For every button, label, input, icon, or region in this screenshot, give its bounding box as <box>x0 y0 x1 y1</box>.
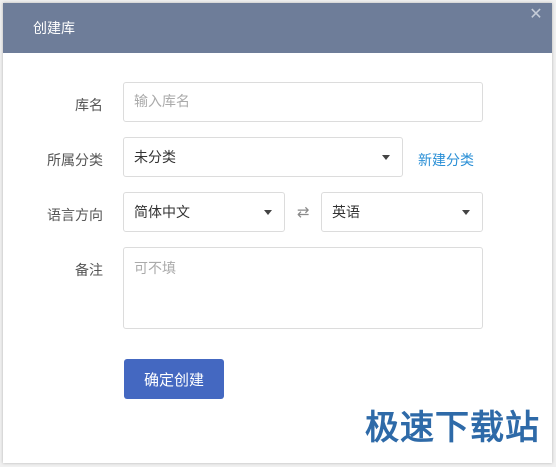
chevron-down-icon <box>382 154 390 160</box>
chevron-down-icon <box>462 209 470 215</box>
note-label: 备注 <box>75 263 103 279</box>
target-language-value: 英语 <box>332 205 360 221</box>
target-language-select[interactable]: 英语 <box>321 192 483 232</box>
chevron-down-icon <box>264 209 272 215</box>
category-label: 所属分类 <box>47 153 103 169</box>
swap-icon[interactable]: ⇄ <box>297 203 310 221</box>
dialog-title: 创建库 <box>33 21 75 37</box>
library-name-label: 库名 <box>75 98 103 114</box>
source-language-select[interactable]: 简体中文 <box>123 192 285 232</box>
note-textarea[interactable] <box>123 247 483 329</box>
watermark-logo: 极速下载站 <box>365 408 540 448</box>
create-library-dialog: 创建库 ✕ 库名 所属分类 未分类 新建分类 语言方向 简体中文 ⇄ 英语 备注… <box>3 3 552 463</box>
library-name-input[interactable] <box>123 82 483 122</box>
confirm-create-button[interactable]: 确定创建 <box>124 359 224 399</box>
source-language-value: 简体中文 <box>134 205 190 221</box>
close-icon[interactable]: ✕ <box>528 6 544 22</box>
category-select[interactable]: 未分类 <box>123 137 403 177</box>
language-direction-label: 语言方向 <box>47 208 103 224</box>
dialog-titlebar: 创建库 <box>3 3 552 53</box>
new-category-link[interactable]: 新建分类 <box>418 150 474 170</box>
category-select-value: 未分类 <box>134 150 176 166</box>
